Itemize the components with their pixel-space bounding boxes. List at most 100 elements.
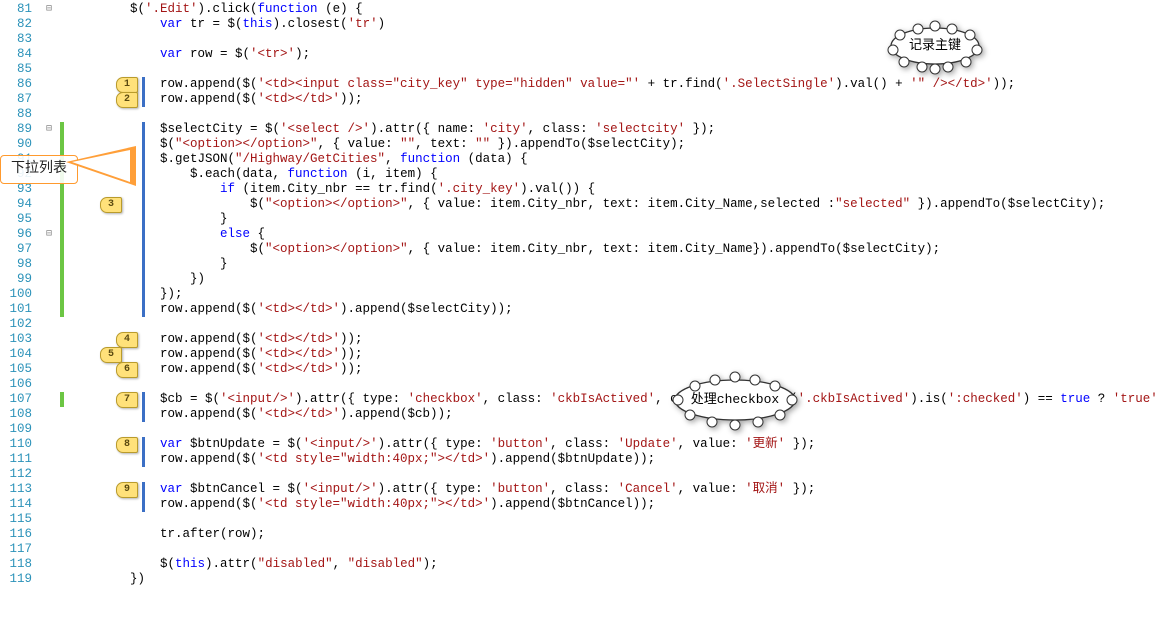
fold-toggle bbox=[38, 452, 60, 467]
code-line[interactable]: $("<option></option>", { value: item.Cit… bbox=[70, 197, 1155, 212]
line-number: 105 bbox=[0, 362, 38, 377]
fold-toggle[interactable]: ⊟ bbox=[38, 122, 60, 137]
code-line[interactable] bbox=[70, 62, 1155, 77]
fold-toggle bbox=[38, 512, 60, 527]
fold-gutter[interactable]: ⊟ ⊟ ⊟ bbox=[38, 0, 60, 629]
code-line[interactable]: row.append($('<td></td>')); bbox=[70, 92, 1155, 107]
fold-toggle bbox=[38, 422, 60, 437]
code-line[interactable]: row.append($('<td></td>').append($cb)); bbox=[70, 407, 1155, 422]
fold-toggle[interactable]: ⊟ bbox=[38, 2, 60, 17]
fold-toggle bbox=[38, 242, 60, 257]
annotation-badge-6: 6 bbox=[116, 362, 138, 378]
annotation-badge-7: 7 bbox=[116, 392, 138, 408]
code-line[interactable]: row.append($('<td></td>').append($select… bbox=[70, 302, 1155, 317]
code-line[interactable]: $(this).attr("disabled", "disabled"); bbox=[70, 557, 1155, 572]
line-number: 116 bbox=[0, 527, 38, 542]
annotation-badge-3: 3 bbox=[100, 197, 122, 213]
code-line[interactable]: $selectCity = $('<select />').attr({ nam… bbox=[70, 122, 1155, 137]
line-number: 98 bbox=[0, 257, 38, 272]
line-number: 87 bbox=[0, 92, 38, 107]
annotation-badge-8: 8 bbox=[116, 437, 138, 453]
code-area[interactable]: $('.Edit').click(function (e) { var tr =… bbox=[70, 2, 1155, 587]
fold-toggle bbox=[38, 497, 60, 512]
line-number: 119 bbox=[0, 572, 38, 587]
annotation-badge-5: 5 bbox=[100, 347, 122, 363]
code-line[interactable]: $("<option></option>", { value: item.Cit… bbox=[70, 242, 1155, 257]
fold-toggle bbox=[38, 302, 60, 317]
line-number: 85 bbox=[0, 62, 38, 77]
fold-toggle bbox=[38, 272, 60, 287]
code-line[interactable] bbox=[70, 542, 1155, 557]
fold-toggle bbox=[38, 437, 60, 452]
annotation-badge-2: 2 bbox=[116, 92, 138, 108]
fold-toggle bbox=[38, 542, 60, 557]
code-line[interactable]: }) bbox=[70, 572, 1155, 587]
code-line[interactable]: $cb = $('<input/>').attr({ type: 'checkb… bbox=[70, 392, 1155, 407]
line-number: 94 bbox=[0, 197, 38, 212]
fold-toggle bbox=[38, 392, 60, 407]
bubble-label: 记录主键 bbox=[880, 38, 990, 53]
line-number: 99 bbox=[0, 272, 38, 287]
code-line[interactable] bbox=[70, 107, 1155, 122]
fold-toggle bbox=[38, 317, 60, 332]
code-line[interactable] bbox=[70, 317, 1155, 332]
line-number: 97 bbox=[0, 242, 38, 257]
code-line[interactable] bbox=[70, 32, 1155, 47]
code-line[interactable]: } bbox=[70, 257, 1155, 272]
code-line[interactable]: row.append($('<td></td>')); bbox=[70, 347, 1155, 362]
fold-toggle bbox=[38, 77, 60, 92]
code-editor[interactable]: 8182838485868788899091929394959697989910… bbox=[0, 0, 1155, 629]
code-line[interactable]: }); bbox=[70, 287, 1155, 302]
line-number: 118 bbox=[0, 557, 38, 572]
code-line[interactable]: $('.Edit').click(function (e) { bbox=[70, 2, 1155, 17]
code-line[interactable]: row.append($('<td></td>')); bbox=[70, 332, 1155, 347]
annotation-badge-9: 9 bbox=[116, 482, 138, 498]
line-number-gutter: 8182838485868788899091929394959697989910… bbox=[0, 0, 38, 629]
code-line[interactable]: $.each(data, function (i, item) { bbox=[70, 167, 1155, 182]
line-number: 100 bbox=[0, 287, 38, 302]
line-number: 117 bbox=[0, 542, 38, 557]
code-line[interactable]: row.append($('<td><input class="city_key… bbox=[70, 77, 1155, 92]
line-number: 115 bbox=[0, 512, 38, 527]
line-number: 110 bbox=[0, 437, 38, 452]
fold-toggle bbox=[38, 287, 60, 302]
line-number: 96 bbox=[0, 227, 38, 242]
fold-toggle bbox=[38, 557, 60, 572]
code-line[interactable]: row.append($('<td style="width:40px;"></… bbox=[70, 452, 1155, 467]
code-line[interactable] bbox=[70, 512, 1155, 527]
line-number: 109 bbox=[0, 422, 38, 437]
line-number: 83 bbox=[0, 32, 38, 47]
change-marker bbox=[60, 122, 64, 317]
code-line[interactable] bbox=[70, 467, 1155, 482]
code-line[interactable] bbox=[70, 377, 1155, 392]
line-number: 86 bbox=[0, 77, 38, 92]
fold-toggle bbox=[38, 407, 60, 422]
code-line[interactable]: var row = $('<tr>'); bbox=[70, 47, 1155, 62]
change-marker-column bbox=[60, 0, 64, 629]
callout-label: 下拉列表 bbox=[11, 161, 67, 177]
line-number: 89 bbox=[0, 122, 38, 137]
line-number: 108 bbox=[0, 407, 38, 422]
annotation-bar bbox=[142, 482, 145, 512]
code-line[interactable]: if (item.City_nbr == tr.find('.city_key'… bbox=[70, 182, 1155, 197]
line-number: 113 bbox=[0, 482, 38, 497]
code-line[interactable]: var tr = $(this).closest('tr') bbox=[70, 17, 1155, 32]
code-line[interactable]: } bbox=[70, 212, 1155, 227]
line-number: 111 bbox=[0, 452, 38, 467]
code-line[interactable]: var $btnCancel = $('<input/>').attr({ ty… bbox=[70, 482, 1155, 497]
code-line[interactable] bbox=[70, 422, 1155, 437]
code-line[interactable]: row.append($('<td style="width:40px;"></… bbox=[70, 497, 1155, 512]
code-line[interactable]: }) bbox=[70, 272, 1155, 287]
fold-toggle bbox=[38, 377, 60, 392]
code-line[interactable]: row.append($('<td></td>')); bbox=[70, 362, 1155, 377]
code-line[interactable]: else { bbox=[70, 227, 1155, 242]
fold-toggle[interactable]: ⊟ bbox=[38, 227, 60, 242]
line-number: 81 bbox=[0, 2, 38, 17]
code-line[interactable]: $("<option></option>", { value: "", text… bbox=[70, 137, 1155, 152]
line-number: 95 bbox=[0, 212, 38, 227]
code-line[interactable]: $.getJSON("/Highway/GetCities", function… bbox=[70, 152, 1155, 167]
line-number: 102 bbox=[0, 317, 38, 332]
line-number: 114 bbox=[0, 497, 38, 512]
code-line[interactable]: var $btnUpdate = $('<input/>').attr({ ty… bbox=[70, 437, 1155, 452]
code-line[interactable]: tr.after(row); bbox=[70, 527, 1155, 542]
